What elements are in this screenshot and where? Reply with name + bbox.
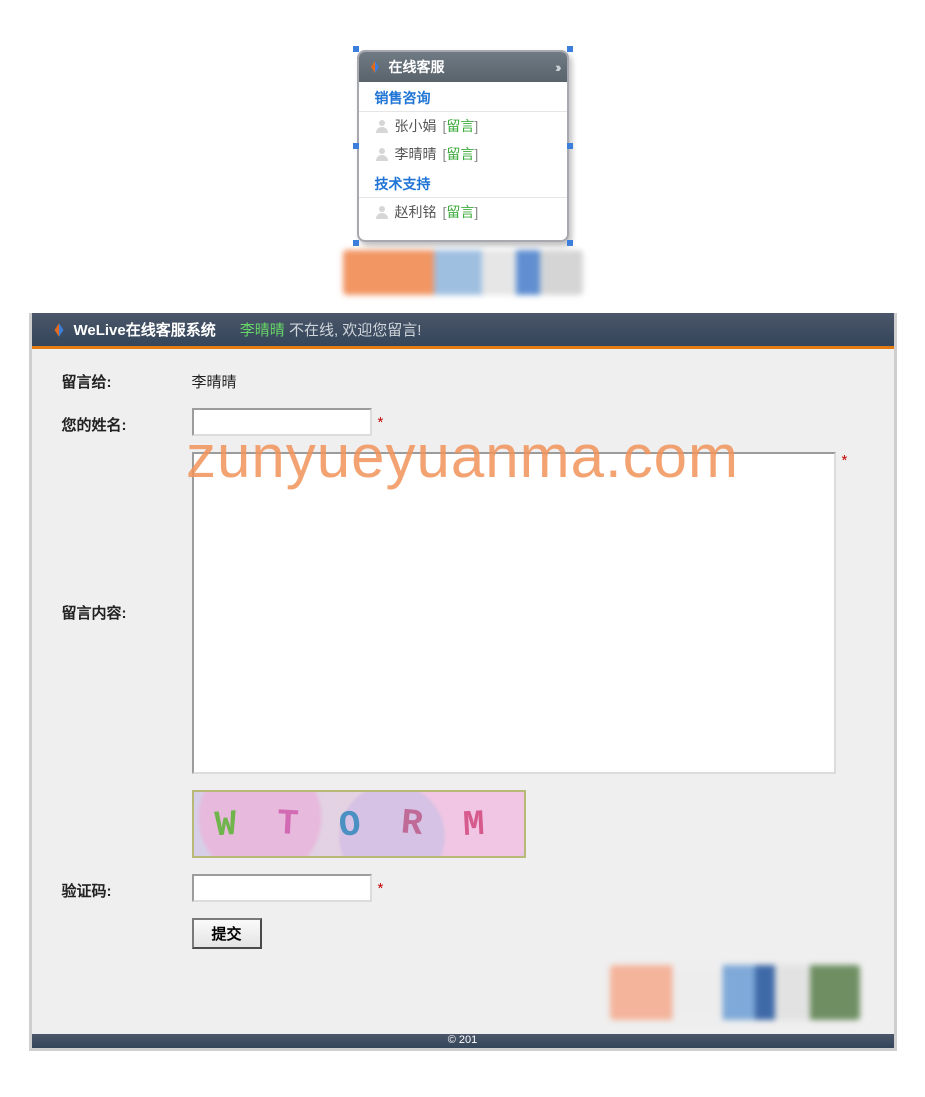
label-spacer [62,790,192,794]
person-icon [375,119,389,133]
collapse-icon[interactable]: ›› [555,59,558,75]
selection-handle [353,240,359,246]
person-icon [375,205,389,219]
header-status-text: 不在线, 欢迎您留言! [289,322,422,339]
required-mark: * [378,880,384,897]
agent-name: 张小娟 [395,116,437,136]
label-name: 您的姓名: [62,410,192,435]
brand-text: WeLive在线客服系统 [74,319,216,340]
leave-message-link[interactable]: 留言 [446,118,474,134]
category-header-sales: 销售咨询 [359,82,567,112]
label-content: 留言内容: [62,452,192,623]
row-content: 留言内容: * [62,452,864,774]
captcha-image[interactable]: WTORM [192,790,526,858]
label-to: 留言给: [62,367,192,392]
pixel-smudge [610,965,860,1020]
person-icon [375,147,389,161]
cs-widget-title-bar: 在线客服 ›› [359,52,567,82]
cs-widget-title: 在线客服 [389,57,445,77]
agent-msg-bracket: [留言] [443,116,479,136]
row-captcha: 验证码: * [62,874,864,902]
panel-brand: WeLive在线客服系统 [50,319,216,340]
required-mark: * [842,452,848,469]
cs-widget: 在线客服 ›› 销售咨询 张小娟 [留言] 李晴晴 [留言] 技术支持 赵利铭 … [357,50,569,242]
selection-handle [567,143,573,149]
panel-header: WeLive在线客服系统 李晴晴 不在线, 欢迎您留言! [32,313,894,349]
pixel-smudge [343,250,583,295]
agent-row[interactable]: 张小娟 [留言] [359,112,567,140]
name-input[interactable] [192,408,372,436]
form-area: 留言给: 李晴晴 您的姓名: * 留言内容: * WTORM 验证码: * 提交 [32,349,894,1034]
content-textarea[interactable] [192,452,836,774]
agent-msg-bracket: [留言] [443,144,479,164]
required-mark: * [378,414,384,431]
label-captcha: 验证码: [62,876,192,901]
message-panel: WeLive在线客服系统 李晴晴 不在线, 欢迎您留言! 留言给: 李晴晴 您的… [29,313,897,1051]
label-spacer [62,918,192,922]
agent-name: 李晴晴 [395,144,437,164]
selection-handle [567,240,573,246]
category-header-tech: 技术支持 [359,168,567,198]
footer-strip: © 201 [32,1034,894,1048]
leave-message-link[interactable]: 留言 [446,204,474,220]
selection-handle [567,46,573,52]
submit-button[interactable]: 提交 [192,918,262,949]
selection-handle [353,46,359,52]
captcha-input[interactable] [192,874,372,902]
row-captcha-img: WTORM [62,790,864,858]
row-to: 留言给: 李晴晴 [62,367,864,392]
agent-row-cutoff [359,226,567,240]
selection-handle [353,143,359,149]
leave-message-link[interactable]: 留言 [446,146,474,162]
agent-row[interactable]: 赵利铭 [留言] [359,198,567,226]
cs-widget-wrap: 在线客服 ›› 销售咨询 张小娟 [留言] 李晴晴 [留言] 技术支持 赵利铭 … [357,50,569,242]
value-to: 李晴晴 [192,367,237,392]
agent-msg-bracket: [留言] [443,202,479,222]
butterfly-logo-icon [50,321,68,339]
header-agent-name: 李晴晴 [240,322,285,339]
butterfly-logo-icon [367,59,383,75]
agent-name: 赵利铭 [395,202,437,222]
agent-row[interactable]: 李晴晴 [留言] [359,140,567,168]
row-name: 您的姓名: * [62,408,864,436]
row-submit: 提交 [62,918,864,949]
